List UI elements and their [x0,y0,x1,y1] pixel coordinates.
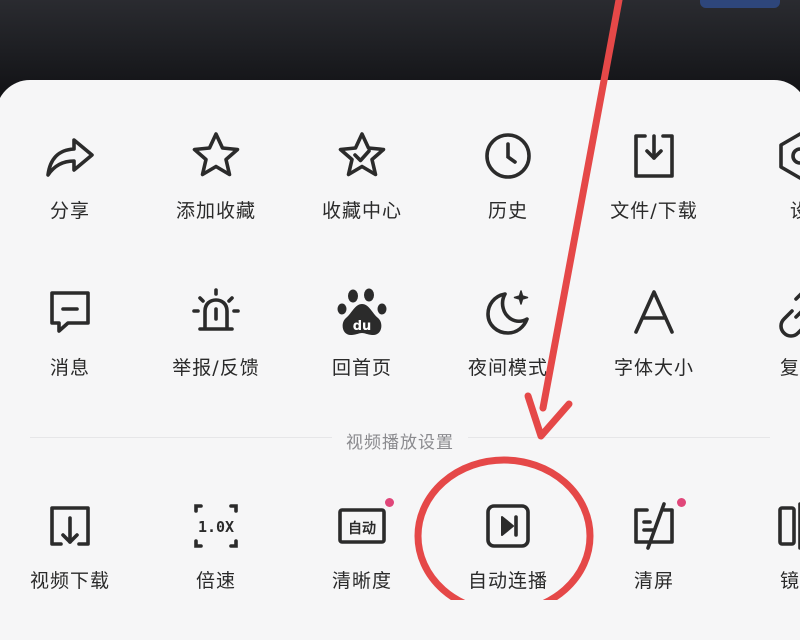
add-favorite-button[interactable]: 添加收藏 [146,128,286,238]
top-accent-bar [700,0,780,8]
mirror-icon [772,498,800,554]
report-feedback-label: 举报/反馈 [172,357,260,379]
video-quality-label: 清晰度 [331,570,392,592]
video-section-title: 视频播放设置 [0,428,800,453]
clear-screen-label: 清屏 [633,570,674,592]
home-page-label: 回首页 [331,357,392,379]
svg-text:du: du [353,319,372,334]
clear-screen-icon [626,498,682,554]
quality-new-badge [385,498,394,507]
clear-screen-new-badge [677,498,686,507]
autoplay-icon [480,498,536,554]
settings-icon [772,128,800,184]
clear-screen-button[interactable]: 清屏 [584,498,724,608]
video-quality-button[interactable]: 自动 清晰度 [292,498,432,608]
night-mode-label: 夜间模式 [467,357,548,379]
mirror-button[interactable]: 镜像 [730,498,800,608]
history-label: 历史 [487,200,528,222]
download-box-icon [626,128,682,184]
video-download-button[interactable]: 视频下载 [0,498,140,608]
messages-label: 消息 [49,357,90,379]
link-icon [772,285,800,341]
clock-icon [480,128,536,184]
favorites-center-button[interactable]: 收藏中心 [292,128,432,238]
files-downloads-button[interactable]: 文件/下载 [584,128,724,238]
star-icon [188,128,244,184]
copy-link-label: 复制 [779,357,800,379]
add-favorite-label: 添加收藏 [175,200,256,222]
moon-icon [480,285,536,341]
playback-speed-button[interactable]: 1.0X 倍速 [146,498,286,608]
star-check-icon [334,128,390,184]
settings-label: 设 [730,196,800,223]
home-page-button[interactable]: du 回首页 [292,285,432,395]
share-icon [42,128,98,184]
mirror-label: 镜像 [779,570,800,592]
speed-icon: 1.0X [188,498,244,554]
share-label: 分享 [49,200,90,222]
baidu-paw-icon: du [334,285,390,341]
settings-button[interactable]: 设 [730,128,800,238]
autoplay-label: 自动连播 [467,570,548,592]
history-button[interactable]: 历史 [438,128,578,238]
video-download-icon [42,498,98,554]
speed-icon-text: 1.0X [198,518,234,536]
alarm-light-icon [188,285,244,341]
report-feedback-button[interactable]: 举报/反馈 [146,285,286,395]
quality-icon: 自动 [334,498,390,554]
copy-link-button[interactable]: 复制 [730,285,800,395]
message-icon [42,285,98,341]
night-mode-button[interactable]: 夜间模式 [438,285,578,395]
favorites-center-label: 收藏中心 [321,200,402,222]
quality-icon-text: 自动 [348,520,376,537]
font-a-icon [626,285,682,341]
playback-speed-label: 倍速 [195,570,236,592]
font-size-button[interactable]: 字体大小 [584,285,724,395]
messages-button[interactable]: 消息 [0,285,140,395]
video-download-label: 视频下载 [29,570,110,592]
files-downloads-label: 文件/下载 [610,200,698,222]
video-section-title-text: 视频播放设置 [332,433,468,453]
font-size-label: 字体大小 [613,357,694,379]
share-button[interactable]: 分享 [0,128,140,238]
autoplay-button[interactable]: 自动连播 [438,498,578,608]
